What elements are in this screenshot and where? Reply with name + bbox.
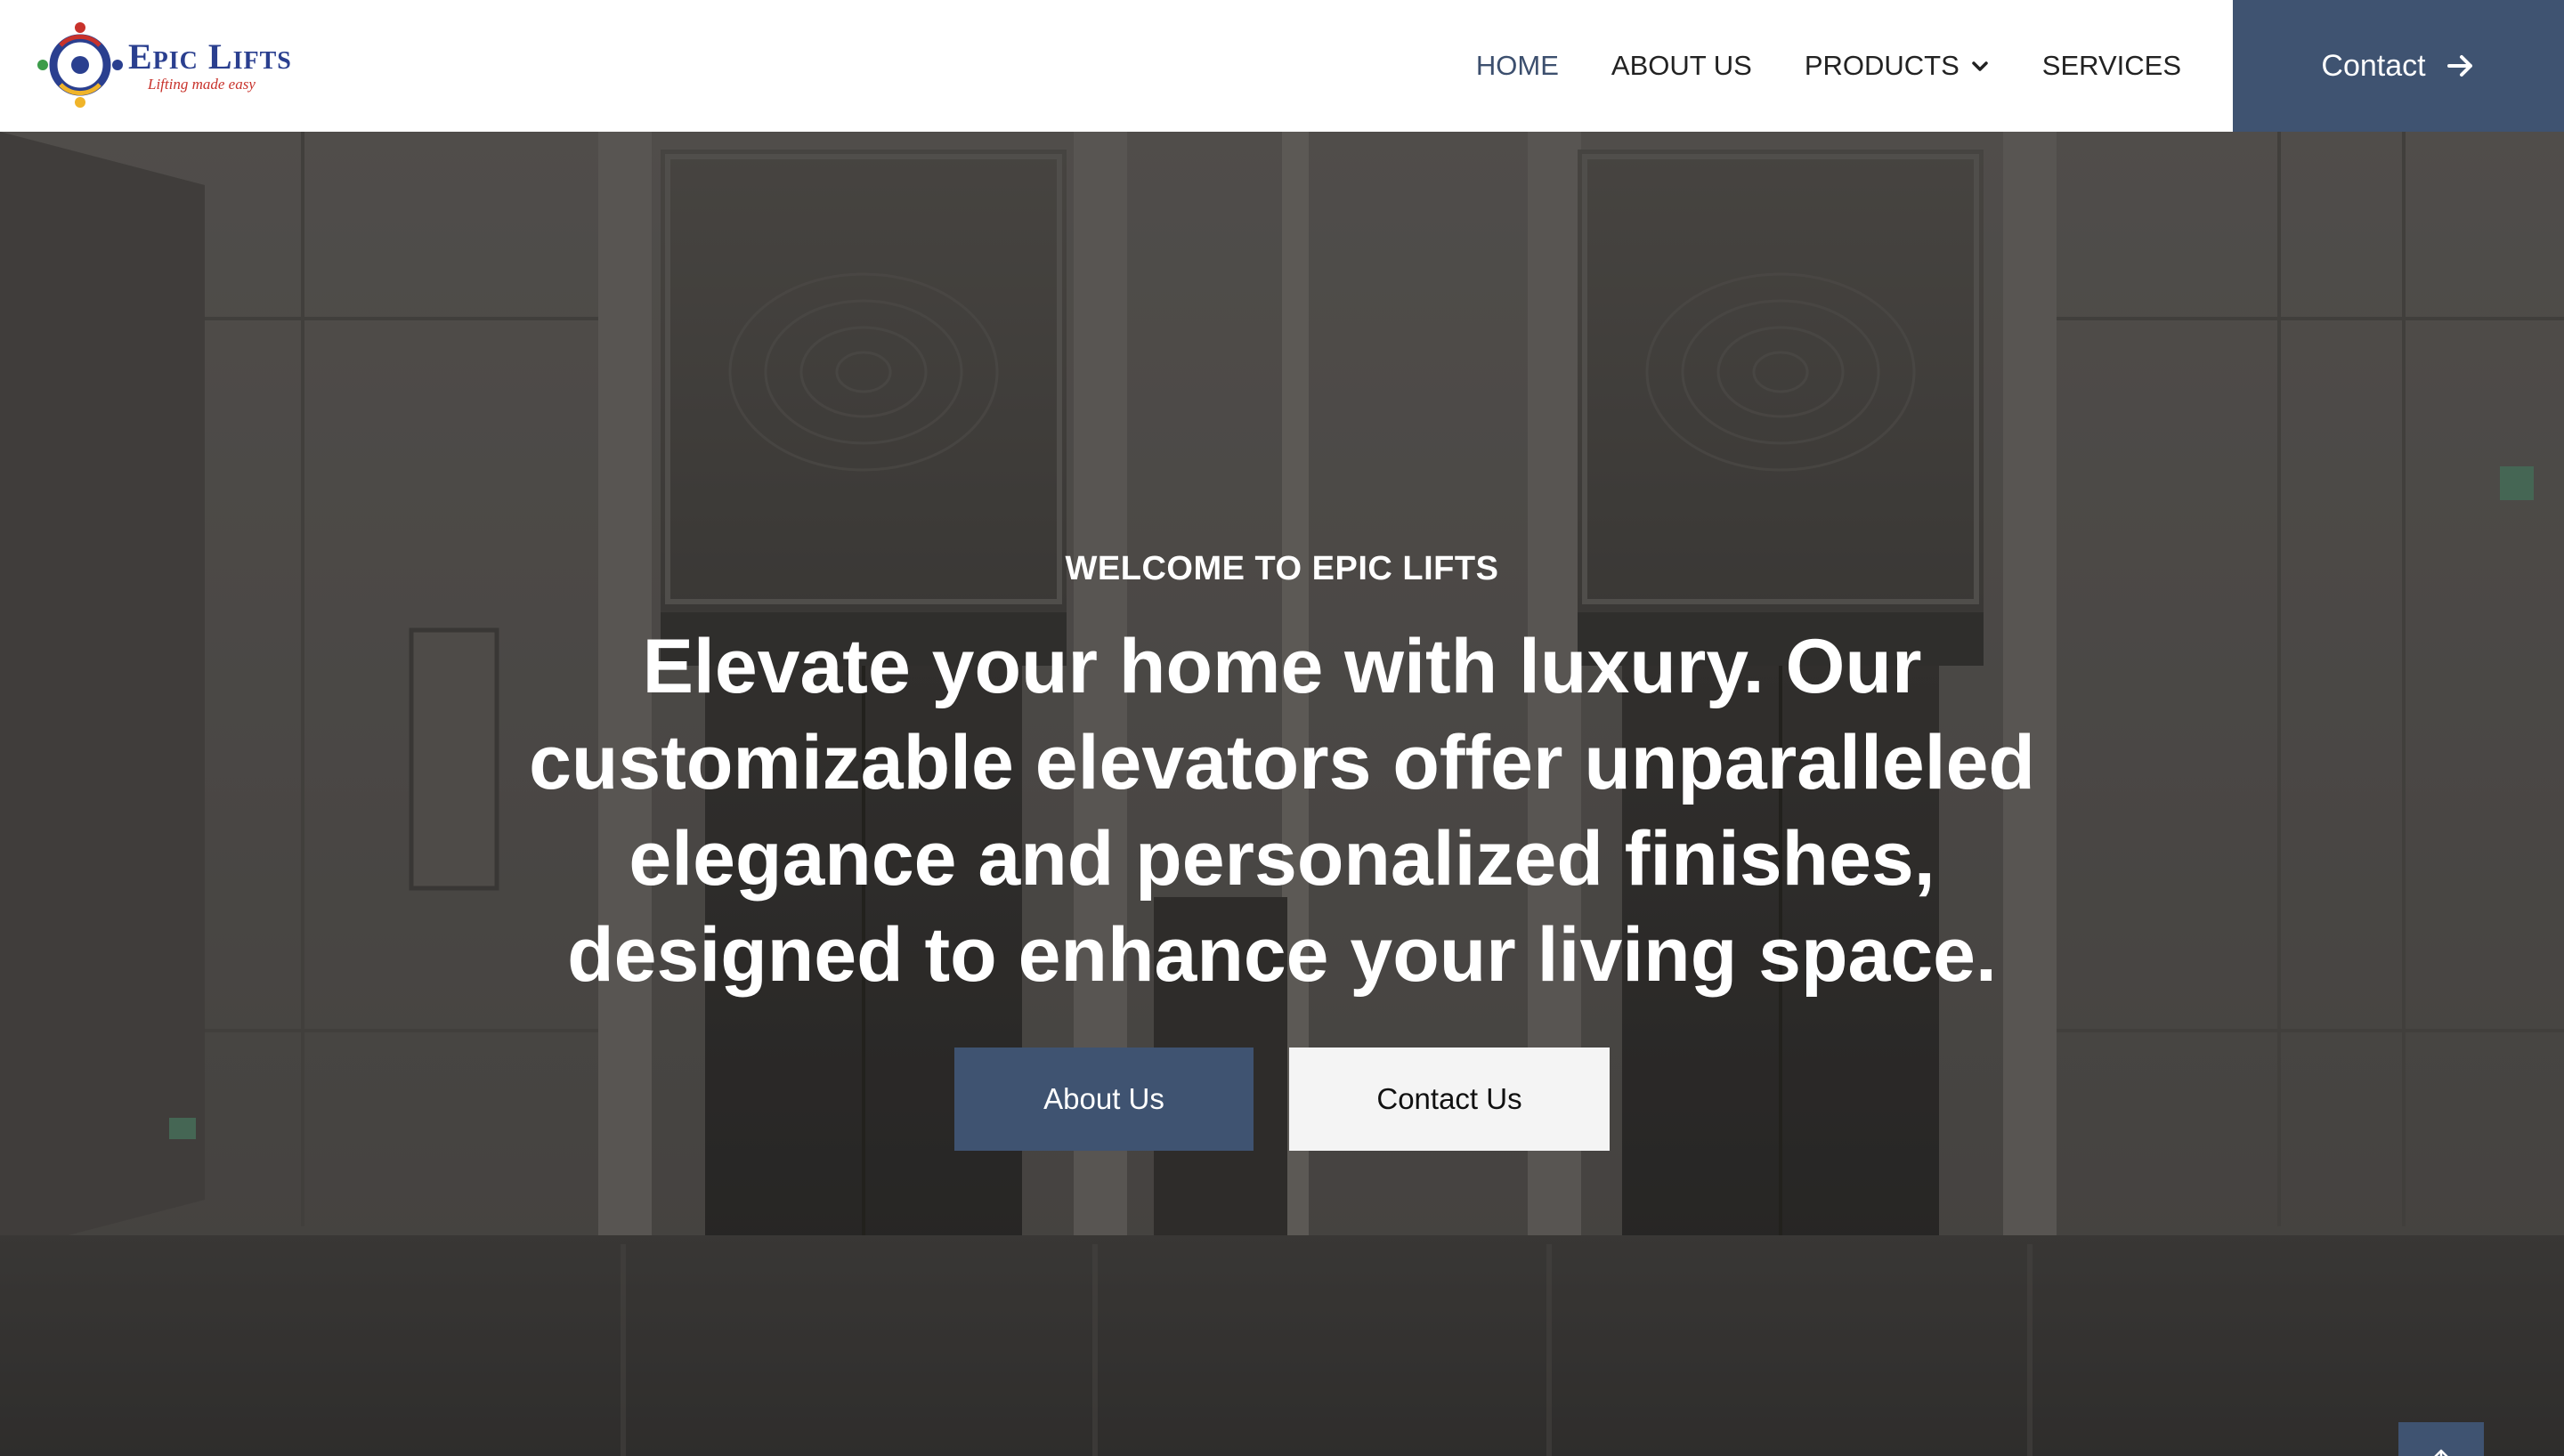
logo-text: Epic Lifts Lifting made easy — [128, 36, 292, 93]
nav-item-services[interactable]: SERVICES — [2042, 50, 2181, 82]
arrow-right-icon — [2446, 55, 2472, 77]
scroll-to-top-button[interactable] — [2398, 1422, 2484, 1456]
hero-headline: Elevate your home with luxury. Our custo… — [529, 624, 2035, 998]
nav-item-about-us[interactable]: ABOUT US — [1611, 50, 1752, 82]
brand-tagline: Lifting made easy — [148, 75, 256, 93]
hero-eyebrow: WELCOME TO EPIC LIFTS — [1065, 550, 1499, 587]
hero-content: WELCOME TO EPIC LIFTS Elevate your home … — [0, 550, 2564, 1151]
hero-section: WELCOME TO EPIC LIFTS Elevate your home … — [0, 132, 2564, 1456]
arrow-up-icon — [2434, 1449, 2448, 1456]
logo-icon — [37, 22, 123, 108]
brand-name: Epic Lifts — [128, 36, 292, 77]
contact-button-label: Contact — [2321, 48, 2426, 83]
nav-item-products-label: PRODUCTS — [1804, 50, 1960, 81]
nav-item-products[interactable]: PRODUCTS — [1805, 50, 1990, 82]
chevron-down-icon — [1972, 61, 1988, 71]
hero-cta-row: About Us Contact Us — [0, 1048, 2564, 1151]
main-nav: HOME ABOUT US PRODUCTS SERVICES — [1424, 0, 2181, 132]
contact-us-button[interactable]: Contact Us — [1289, 1048, 1610, 1151]
about-us-button[interactable]: About Us — [954, 1048, 1254, 1151]
contact-button[interactable]: Contact — [2233, 0, 2564, 132]
site-header: Epic Lifts Lifting made easy HOME ABOUT … — [0, 0, 2564, 132]
logo[interactable]: Epic Lifts Lifting made easy — [34, 18, 292, 112]
nav-item-home[interactable]: HOME — [1476, 50, 1559, 82]
